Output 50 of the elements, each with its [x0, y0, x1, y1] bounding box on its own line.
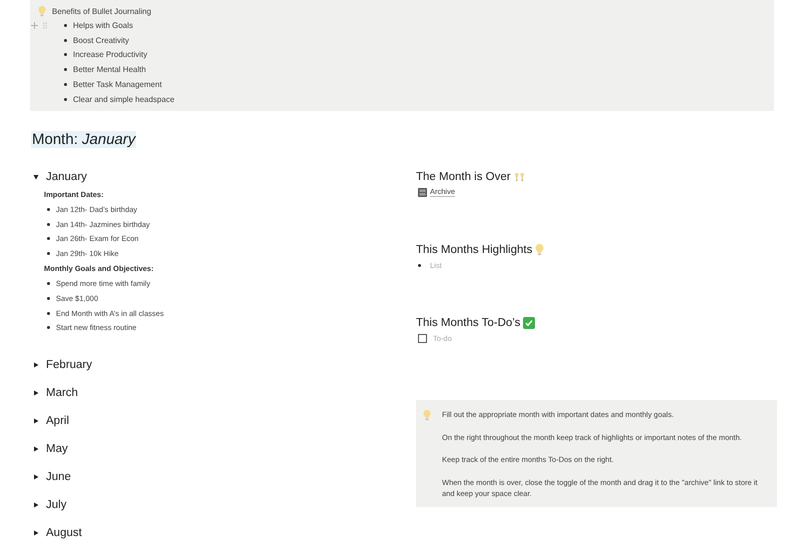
list-item: Better Mental Health: [73, 65, 146, 74]
drag-handle-icon[interactable]: [43, 22, 47, 29]
page-heading: Month: January: [31, 131, 136, 148]
cabinet-icon: [418, 188, 427, 196]
toggle-heading[interactable]: January: [46, 170, 87, 182]
bullet-icon: [47, 222, 50, 226]
bullet-icon: [47, 282, 50, 286]
lightbulb-icon: [535, 244, 544, 256]
bullet-icon: [47, 326, 50, 330]
toggle-heading[interactable]: July: [46, 498, 66, 511]
callout-title: Benefits of Bullet Journaling: [52, 6, 152, 16]
toggle-heading[interactable]: June: [46, 470, 71, 483]
bullet-icon: [47, 296, 50, 300]
toggle-arrow-icon[interactable]: [33, 530, 39, 536]
toggle-heading[interactable]: April: [46, 414, 70, 427]
check-icon: [523, 316, 536, 328]
toggle-arrow-icon[interactable]: [33, 418, 39, 424]
toggle-arrow-icon[interactable]: [33, 390, 39, 396]
list-item: Increase Productivity: [73, 50, 148, 60]
bullet-icon: [64, 53, 67, 56]
block-heading: The Month is Over: [416, 170, 511, 182]
list-item: Better Task Management: [73, 80, 162, 90]
toggle-arrow-icon[interactable]: [33, 362, 39, 368]
toggle-arrow-icon[interactable]: [33, 502, 39, 508]
bullet-icon: [47, 208, 50, 211]
checkbox[interactable]: [418, 334, 427, 342]
block-heading: This Months To-Do’s: [416, 316, 520, 328]
toggle-heading[interactable]: May: [46, 442, 68, 455]
toggle-arrow-icon[interactable]: [33, 446, 39, 452]
bullet-icon: [64, 38, 67, 42]
list-item: Clear and simple headspace: [73, 94, 174, 104]
bullet-icon: [64, 68, 67, 72]
list-item: Helps with Goals: [73, 20, 134, 30]
toggle-heading[interactable]: August: [46, 526, 82, 539]
bullet-icon: [47, 252, 50, 256]
block-heading: This Months Highlights: [416, 244, 532, 256]
bullet-icon: [64, 98, 67, 101]
bullet-icon: [64, 83, 67, 86]
toggle-heading[interactable]: February: [46, 358, 92, 371]
bullet-icon: [47, 312, 50, 315]
bullet-icon: [64, 24, 67, 27]
lightbulb-icon: [38, 6, 46, 16]
toggle-arrow-icon[interactable]: [33, 474, 39, 480]
toggle-heading[interactable]: March: [46, 386, 78, 399]
list-item: Boost Creativity: [73, 36, 130, 45]
glasses-icon: [514, 172, 525, 182]
lightbulb-icon: [423, 410, 431, 421]
bullet-icon: [418, 264, 421, 266]
toggle-arrow-icon[interactable]: [33, 174, 39, 180]
bullet-icon: [47, 237, 50, 240]
